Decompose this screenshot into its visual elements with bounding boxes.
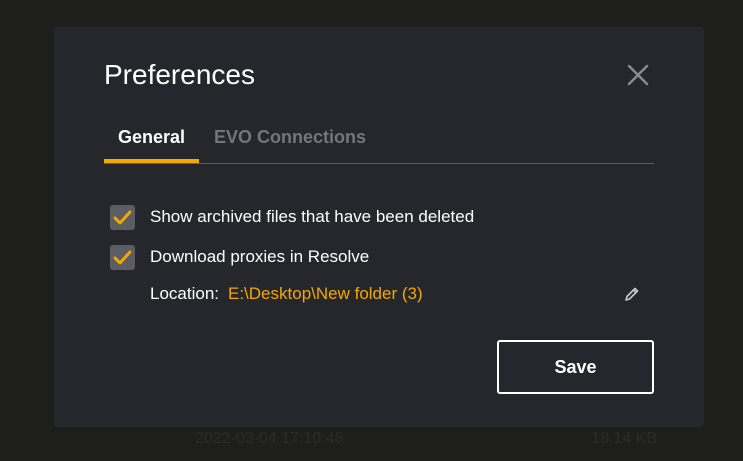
close-icon [627, 64, 649, 86]
download-proxies-checkbox[interactable] [110, 244, 135, 270]
option-download-proxies[interactable]: Download proxies in Resolve [110, 244, 369, 270]
option-show-archived[interactable]: Show archived files that have been delet… [110, 204, 474, 230]
dialog-title: Preferences [104, 59, 255, 90]
location-label: Location: [150, 284, 219, 303]
download-proxies-label: Download proxies in Resolve [150, 247, 370, 266]
background-file-date: 2022-03-04 17:10:48 [195, 430, 344, 447]
tab-general[interactable]: General [104, 127, 200, 163]
proxy-location-row: Location: E:\Desktop\New folder (3) [150, 284, 646, 306]
preferences-dialog: Preferences General EVO Connections Show… [54, 27, 704, 427]
close-button[interactable] [626, 63, 650, 87]
tab-bar: General EVO Connections [104, 121, 654, 164]
background-file-size: 18.14 KB [591, 430, 657, 447]
pencil-icon [625, 287, 639, 301]
location-path: E:\Desktop\New folder (3) [228, 284, 423, 303]
checkmark-icon [113, 250, 132, 264]
edit-location-button[interactable] [624, 286, 640, 302]
checkmark-icon [113, 210, 132, 224]
show-archived-label: Show archived files that have been delet… [150, 207, 475, 226]
save-button[interactable]: Save [497, 340, 654, 394]
background-file-row: 2022-03-04 17:10:48 18.14 KB [195, 430, 657, 454]
tab-evo-connections[interactable]: EVO Connections [200, 127, 380, 162]
show-archived-checkbox[interactable] [110, 204, 135, 230]
